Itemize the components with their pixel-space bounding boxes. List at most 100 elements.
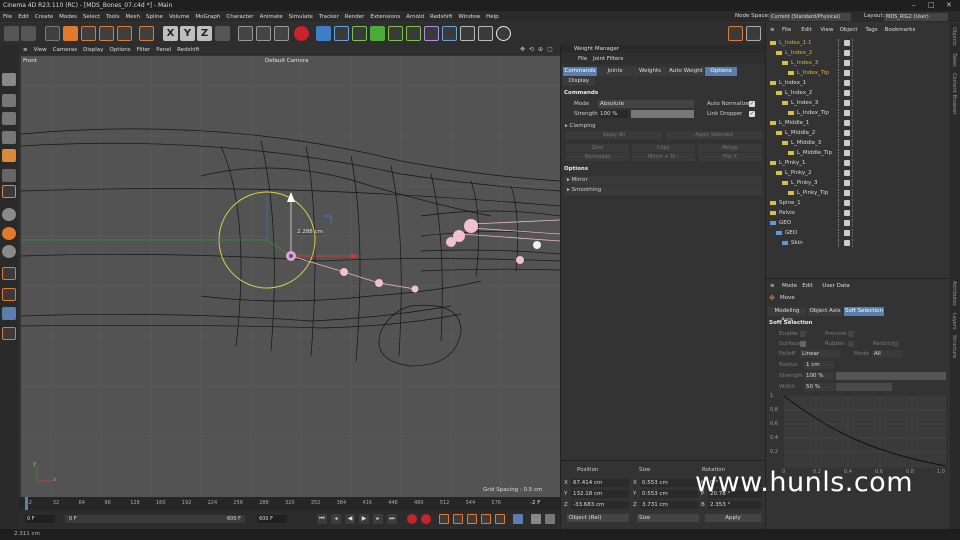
enable-check-icon[interactable]: [844, 150, 850, 156]
strength-field[interactable]: 100 %: [804, 372, 834, 380]
strength-slider[interactable]: [836, 372, 946, 380]
radius-field[interactable]: 1 cm: [804, 361, 834, 369]
tab-weights[interactable]: Weights: [633, 67, 667, 76]
scale-tool-icon[interactable]: [81, 26, 96, 41]
viewport[interactable]: Front Default Camera 2.288 cm y x Grid S…: [21, 56, 560, 497]
enable-check-icon[interactable]: [844, 170, 850, 176]
camera-icon[interactable]: [478, 26, 493, 41]
layout-select[interactable]: MDS_RIG2 (User): [884, 13, 948, 21]
menu-simulate[interactable]: Simulate: [286, 12, 316, 23]
tab-commands[interactable]: Commands: [563, 67, 597, 76]
tab-soft-selection[interactable]: Soft Selection: [844, 307, 884, 316]
tweak-mode-icon[interactable]: [2, 288, 16, 301]
menu-window[interactable]: Window: [455, 12, 483, 23]
menu-help[interactable]: Help: [483, 12, 502, 23]
object-row[interactable]: L_Index_1: [766, 78, 951, 88]
wm-menu-file[interactable]: File: [578, 54, 587, 64]
zero-button[interactable]: Zero: [566, 144, 629, 152]
field-icon[interactable]: [442, 26, 457, 41]
transform-icon[interactable]: [139, 26, 154, 41]
hamburger-icon[interactable]: ≡: [19, 45, 31, 55]
object-row[interactable]: GEO: [766, 218, 951, 228]
visibility-icon[interactable]: [838, 239, 842, 247]
tab-modeling-axis[interactable]: Modeling Axis: [768, 307, 806, 323]
width-field[interactable]: 50 %: [804, 383, 834, 391]
menu-select[interactable]: Select: [80, 12, 103, 23]
object-row[interactable]: L_Middle_3: [766, 138, 951, 148]
viewport-menu-cameras[interactable]: Cameras: [50, 45, 80, 55]
visibility-icon[interactable]: [838, 109, 842, 117]
enable-check-icon[interactable]: [844, 110, 850, 116]
apply-button[interactable]: Apply: [705, 514, 761, 522]
prev-key-icon[interactable]: ◂: [331, 514, 341, 524]
spline-pen-icon[interactable]: [334, 26, 349, 41]
menu-modes[interactable]: Modes: [56, 12, 80, 23]
viewport-menu-options[interactable]: Options: [106, 45, 133, 55]
visibility-icon[interactable]: [838, 99, 842, 107]
object-row[interactable]: L_Pinky_1: [766, 158, 951, 168]
recent-tools-icon[interactable]: [117, 26, 132, 41]
om-menu-file[interactable]: File: [782, 25, 791, 36]
enable-check-icon[interactable]: [844, 90, 850, 96]
viewport-menu-view[interactable]: View: [31, 45, 50, 55]
redshift-icon[interactable]: [294, 26, 309, 41]
symmetry-icon[interactable]: [2, 245, 16, 258]
menu-tools[interactable]: Tools: [103, 12, 123, 23]
om-menu-tags[interactable]: Tags: [865, 25, 877, 36]
size-field-y[interactable]: 0.553 cm: [640, 490, 698, 498]
enable-check-icon[interactable]: [844, 100, 850, 106]
render-view-icon[interactable]: [238, 26, 253, 41]
mirror-toggle[interactable]: ▸ Mirror: [564, 176, 762, 185]
enable-check-icon[interactable]: [844, 210, 850, 216]
start-frame-field[interactable]: 0 F: [25, 515, 55, 523]
enable-check-icon[interactable]: [844, 60, 850, 66]
link-dropper-checkbox[interactable]: ✓: [749, 111, 755, 117]
visibility-icon[interactable]: [838, 179, 842, 187]
am-menu-edit[interactable]: Edit: [802, 281, 813, 291]
visibility-icon[interactable]: [838, 69, 842, 77]
cube-icon[interactable]: [316, 26, 331, 41]
restrict-checkbox[interactable]: [893, 341, 899, 347]
enable-check-icon[interactable]: [844, 230, 850, 236]
enable-check-icon[interactable]: [844, 70, 850, 76]
visibility-icon[interactable]: [838, 89, 842, 97]
enable-check-icon[interactable]: [844, 50, 850, 56]
enable-check-icon[interactable]: [844, 240, 850, 246]
viewport-menu-filter[interactable]: Filter: [134, 45, 154, 55]
viewport-menu-display[interactable]: Display: [80, 45, 106, 55]
render-picture-viewer-icon[interactable]: [256, 26, 271, 41]
render-settings-icon[interactable]: [274, 26, 289, 41]
enable-check-icon[interactable]: [844, 180, 850, 186]
go-to-start-icon[interactable]: ⏮: [317, 514, 327, 524]
object-row[interactable]: GEO: [766, 228, 951, 238]
mirror-button[interactable]: Mirror + To -: [632, 153, 695, 161]
play-icon[interactable]: ▶: [359, 514, 369, 524]
deformer-icon[interactable]: [424, 26, 439, 41]
generator-icon[interactable]: [370, 26, 385, 41]
layers-icon[interactable]: [2, 327, 16, 340]
menu-file[interactable]: File: [0, 12, 15, 23]
visibility-icon[interactable]: [838, 59, 842, 67]
texture-mode-icon[interactable]: [2, 94, 16, 107]
menu-animate[interactable]: Animate: [257, 12, 286, 23]
axis-mode-icon[interactable]: [2, 185, 16, 198]
auto-key-icon[interactable]: [421, 514, 431, 524]
node-space-select[interactable]: Current (Standard/Physical): [769, 13, 851, 21]
tab-display[interactable]: Display: [563, 77, 595, 86]
copy-button[interactable]: Copy: [632, 144, 695, 152]
object-row[interactable]: Skin: [766, 238, 951, 248]
snap-icon[interactable]: [746, 26, 761, 41]
menu-mograph[interactable]: MoGraph: [192, 12, 223, 23]
visibility-icon[interactable]: [838, 209, 842, 217]
maximize-icon[interactable]: □: [928, 0, 935, 11]
coord-mode-select[interactable]: Object (Rel): [567, 514, 629, 522]
live-selection-icon[interactable]: [45, 26, 60, 41]
mograph-icon[interactable]: [406, 26, 421, 41]
viewport-menu-redshift[interactable]: Redshift: [174, 45, 202, 55]
pos-field-z[interactable]: -33.683 cm: [571, 501, 629, 509]
apply-selected-button[interactable]: Apply Selected: [666, 131, 762, 139]
visibility-icon[interactable]: [838, 139, 842, 147]
rotate-tool-icon[interactable]: [99, 26, 114, 41]
tab-object-axis[interactable]: Object Axis: [808, 307, 842, 316]
side-tab-content-browser[interactable]: Content Browser: [951, 73, 957, 115]
